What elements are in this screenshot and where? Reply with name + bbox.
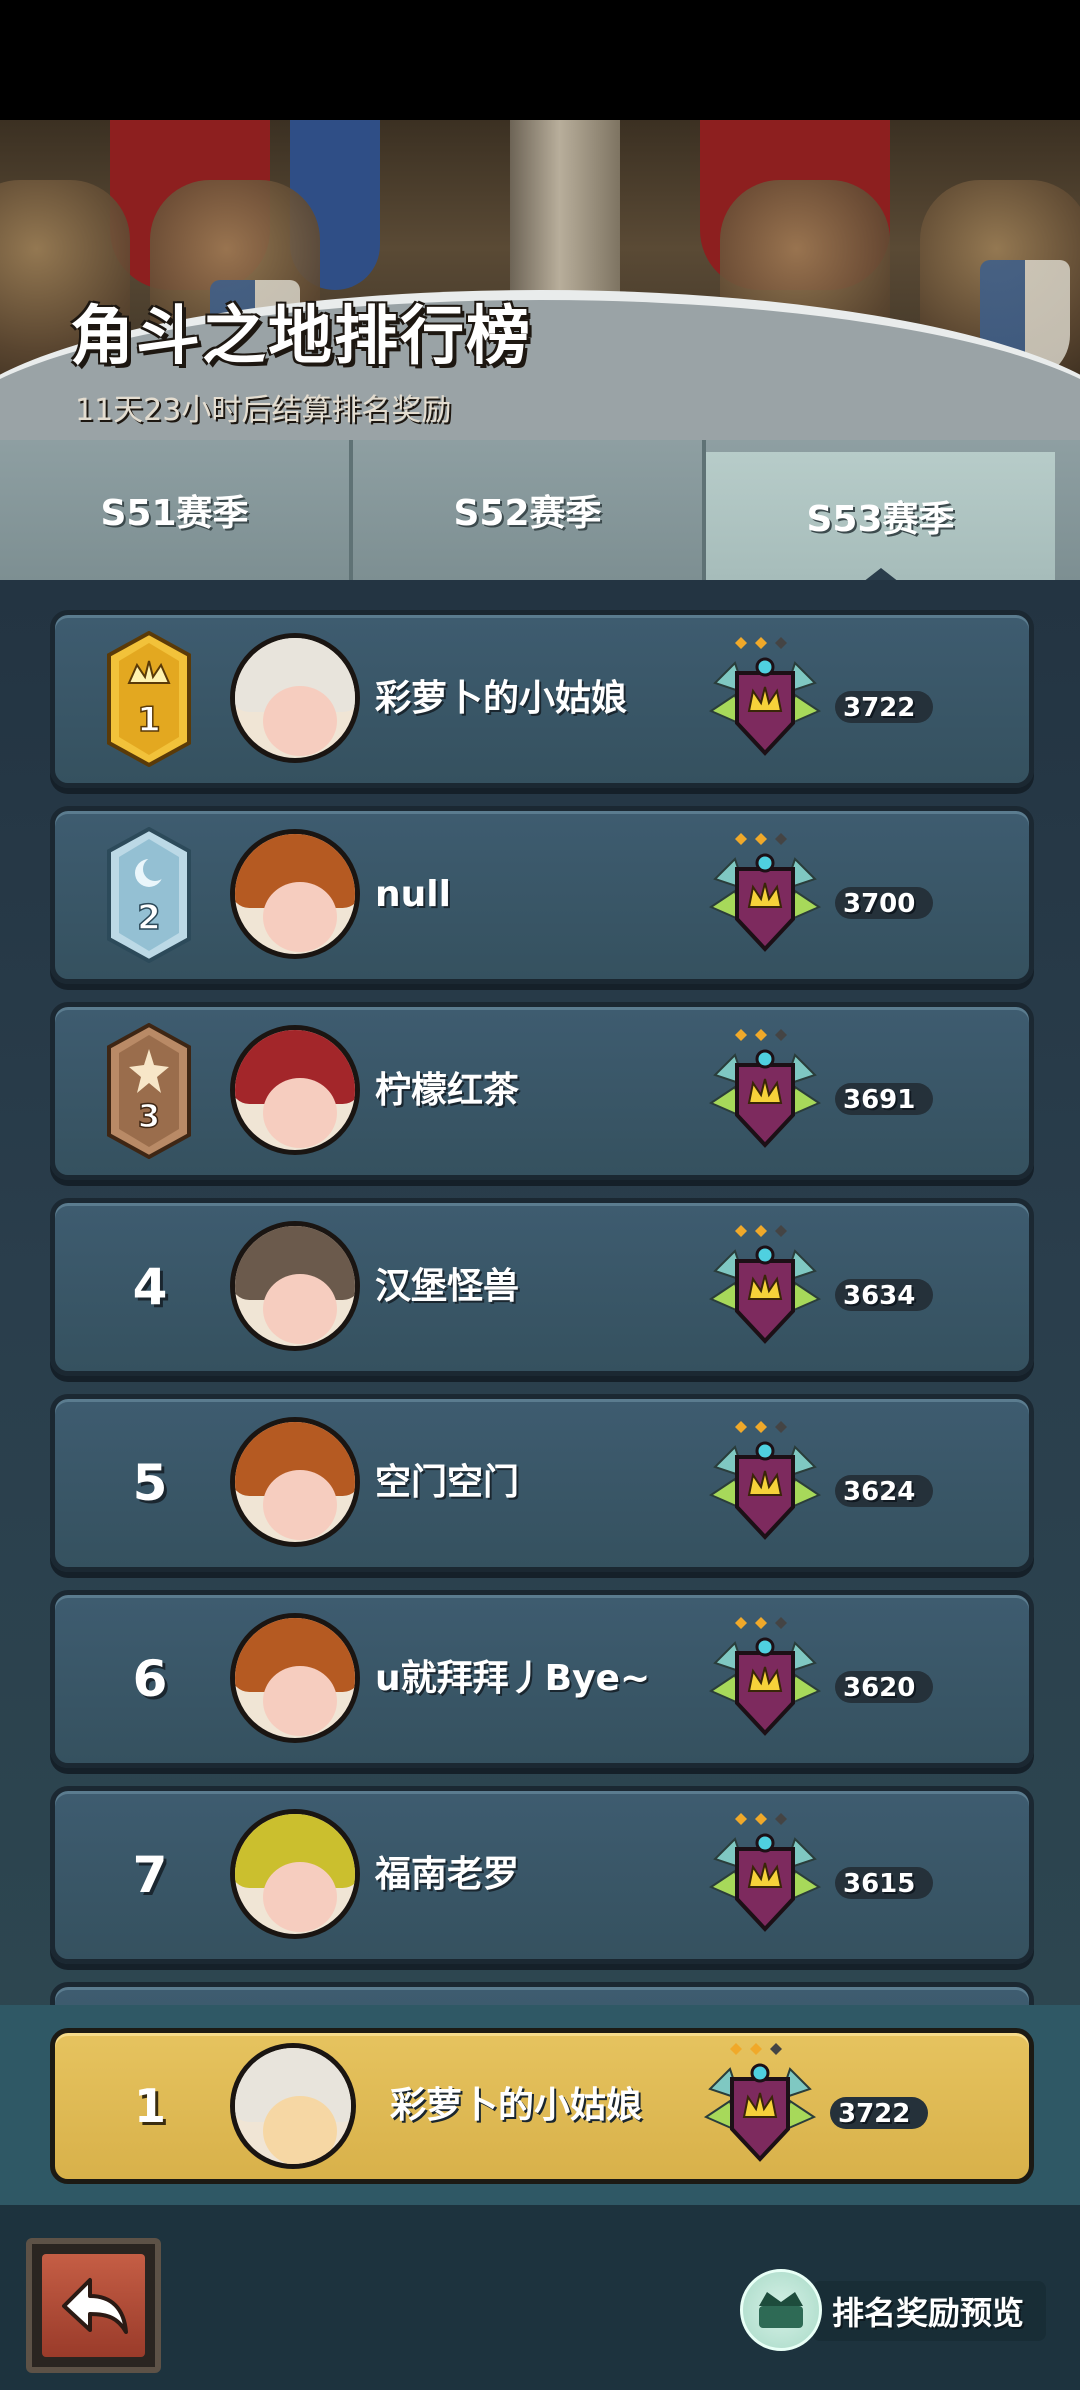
rank-number: 5 [132,1454,168,1512]
player-score: 3691 [843,1085,916,1115]
trophy-icon: 3700 [705,829,933,964]
player-score: 3615 [843,1869,916,1899]
status-bar [0,0,1080,120]
reward-preview-label: 排名奖励预览 [812,2281,1047,2341]
leaderboard-list[interactable]: 1 彩萝卜的小姑娘 3722 2 null 3700 3 柠檬红茶 3691 4 汉堡怪兽 3634 5… [0,580,1080,2005]
avatar [230,1613,360,1743]
svg-text:3: 3 [138,1097,160,1135]
tab-s51[interactable]: S51赛季 [0,440,353,580]
back-button[interactable] [26,2238,161,2373]
leaderboard-row[interactable]: 1 彩萝卜的小姑娘 3722 [50,610,1034,788]
player-name: u就拜拜丿Bye~ [375,1658,651,1699]
reward-preview-button[interactable]: 排名奖励预览 [740,2265,1070,2351]
avatar [230,1025,360,1155]
leaderboard-row[interactable]: 2 null 3700 [50,806,1034,984]
leaderboard-row[interactable]: 3 柠檬红茶 3691 [50,1002,1034,1180]
header-banner: 角斗之地排行榜 11天23小时后结算排名奖励 [0,120,1080,440]
trophy-icon: 3615 [705,1809,933,1944]
trophy-icon: 3634 [705,1221,933,1356]
my-rank-number: 1 [133,2079,166,2133]
gift-icon [740,2269,822,2351]
trophy-icon: 3722 [705,633,933,768]
leaderboard-row[interactable]: 7 福南老罗 3615 [50,1786,1034,1964]
avatar [230,1417,360,1547]
svg-text:2: 2 [137,898,161,938]
rank-number: 6 [132,1650,168,1708]
settlement-countdown: 11天23小时后结算排名奖励 [75,393,452,428]
my-score: 3722 [838,2099,911,2129]
trophy-icon: 3624 [705,1417,933,1552]
season-tabs: S51赛季 S52赛季 S53赛季 [0,440,1080,580]
player-score: 3624 [843,1477,916,1507]
my-rank-row[interactable]: 1 彩萝卜的小姑娘 3722 [50,2028,1034,2184]
player-score: 3722 [843,693,916,723]
trophy-icon: 3722 [700,2039,928,2174]
leaderboard-row[interactable] [50,1982,1034,2005]
bottom-bar: 排名奖励预览 [0,2205,1080,2390]
back-arrow-icon [62,2278,128,2334]
trophy-icon: 3691 [705,1025,933,1160]
rank-number: 7 [132,1846,168,1904]
avatar [230,1809,360,1939]
my-rank-area: 1 彩萝卜的小姑娘 3722 [0,2005,1080,2205]
player-score: 3700 [843,889,916,919]
leaderboard-row[interactable]: 5 空门空门 3624 [50,1394,1034,1572]
rank-number: 4 [132,1258,168,1316]
player-name: 福南老罗 [375,1854,520,1895]
leaderboard-row[interactable]: 4 汉堡怪兽 3634 [50,1198,1034,1376]
page-title: 角斗之地排行榜 [70,300,532,374]
leaderboard-row[interactable]: 6 u就拜拜丿Bye~ 3620 [50,1590,1034,1768]
avatar [230,633,360,763]
player-score: 3620 [843,1673,916,1703]
tab-s53[interactable]: S53赛季 [706,452,1055,580]
player-name: 彩萝卜的小姑娘 [375,678,628,719]
avatar [230,2043,356,2169]
player-name: 柠檬红茶 [375,1070,520,1111]
tab-s52[interactable]: S52赛季 [353,440,706,580]
player-name: 空门空门 [375,1462,520,1503]
player-name: null [375,874,451,915]
trophy-icon: 3620 [705,1613,933,1748]
avatar [230,829,360,959]
avatar [230,1221,360,1351]
player-score: 3634 [843,1281,916,1311]
my-player-name: 彩萝卜的小姑娘 [390,2085,643,2126]
svg-text:1: 1 [137,700,161,740]
player-name: 汉堡怪兽 [375,1266,520,1307]
